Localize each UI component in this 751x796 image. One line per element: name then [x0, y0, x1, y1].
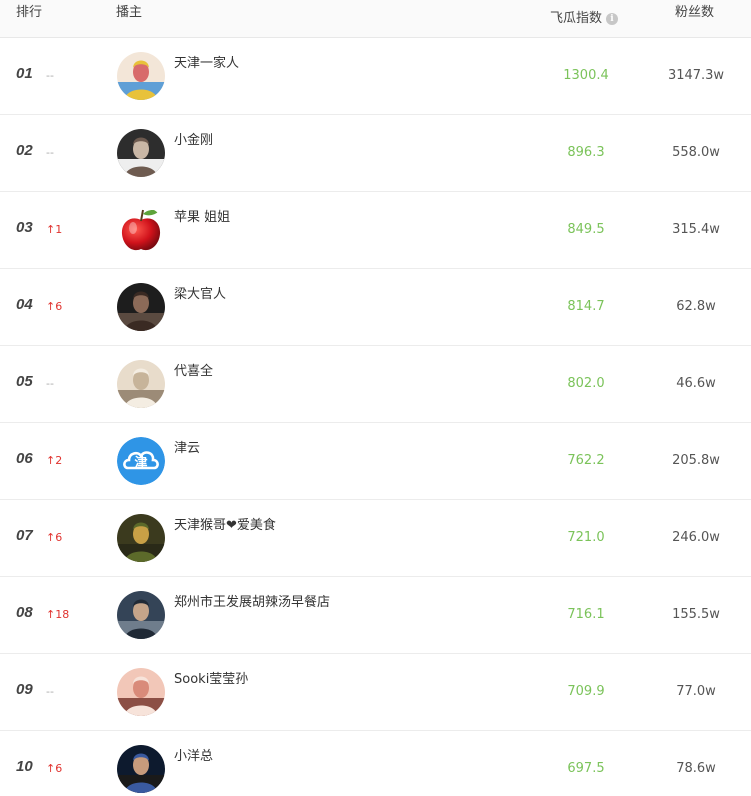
header-index-label: 飞瓜指数 — [550, 10, 603, 26]
rank-number: 10 — [16, 758, 33, 775]
host-name[interactable]: 小洋总 — [174, 745, 213, 764]
fans-count: 315.4w — [672, 222, 720, 237]
cloud-logo-avatar[interactable]: 津 — [117, 437, 165, 485]
rank-number: 06 — [16, 450, 33, 467]
fans-count: 62.8w — [676, 299, 716, 314]
table-row[interactable]: 10 ↑6 小洋总 697.5 78.6w — [0, 731, 751, 796]
host-name[interactable]: Sooki莹莹孙 — [174, 668, 248, 687]
info-icon[interactable]: i — [606, 12, 619, 25]
avatar[interactable] — [117, 514, 165, 562]
rank-trend: -- — [46, 685, 54, 698]
table-row[interactable]: 01 -- 天津一家人 1300.4 3147.3w — [0, 38, 751, 115]
table-header: 排行 播主 飞瓜指数 i 粉丝数 — [0, 0, 751, 38]
fans-count: 246.0w — [672, 530, 720, 545]
table-row[interactable]: 02 -- 小金刚 896.3 558.0w — [0, 115, 751, 192]
feigua-index-value: 802.0 — [567, 376, 605, 391]
feigua-index-value: 716.1 — [567, 607, 605, 622]
feigua-index-value: 721.0 — [567, 530, 605, 545]
fans-count: 3147.3w — [667, 68, 725, 83]
table-row[interactable]: 05 -- 代喜全 802.0 46.6w — [0, 346, 751, 423]
rank-number: 07 — [16, 527, 33, 544]
host-name[interactable]: 代喜全 — [174, 360, 213, 379]
header-index[interactable]: 飞瓜指数 i — [550, 0, 619, 37]
rank-number: 05 — [16, 373, 33, 390]
rank-number: 09 — [16, 681, 33, 698]
rank-number: 04 — [16, 296, 33, 313]
table-row[interactable]: 03 ↑1 苹果 姐姐 849.5 315.4w — [0, 192, 751, 269]
fans-count: 77.0w — [676, 684, 716, 699]
header-host: 播主 — [116, 5, 143, 20]
fans-count: 205.8w — [672, 453, 720, 468]
table-row[interactable]: 04 ↑6 梁大官人 814.7 62.8w — [0, 269, 751, 346]
avatar[interactable] — [117, 591, 165, 639]
host-name[interactable]: 郑州市王发展胡辣汤早餐店 — [174, 591, 330, 610]
rank-trend: -- — [46, 146, 54, 159]
host-name[interactable]: 小金刚 — [174, 129, 213, 148]
feigua-index-value: 709.9 — [567, 684, 605, 699]
table-row[interactable]: 07 ↑6 天津猴哥❤爱美食 721.0 246.0w — [0, 500, 751, 577]
header-rank[interactable]: 排行 — [16, 0, 42, 37]
host-name[interactable]: 津云 — [174, 437, 200, 456]
ranking-table: 排行 播主 飞瓜指数 i 粉丝数 01 -- 天津一家人 1300.4 3147… — [0, 0, 751, 796]
rank-trend: ↑1 — [46, 223, 63, 236]
host-name[interactable]: 天津猴哥❤爱美食 — [174, 514, 276, 533]
apple-avatar[interactable] — [117, 206, 165, 254]
host-name[interactable]: 天津一家人 — [174, 52, 239, 71]
header-fans[interactable]: 粉丝数 — [675, 0, 714, 37]
feigua-index-value: 1300.4 — [563, 68, 609, 83]
avatar[interactable] — [117, 360, 165, 408]
feigua-index-value: 697.5 — [567, 761, 605, 776]
fans-count: 558.0w — [672, 145, 720, 160]
avatar[interactable] — [117, 52, 165, 100]
feigua-index-value: 896.3 — [567, 145, 605, 160]
fans-count: 46.6w — [676, 376, 716, 391]
rank-number: 01 — [16, 65, 33, 82]
avatar[interactable] — [117, 283, 165, 331]
avatar[interactable] — [117, 129, 165, 177]
rank-trend: ↑2 — [46, 454, 63, 467]
feigua-index-value: 814.7 — [567, 299, 605, 314]
avatar[interactable] — [117, 745, 165, 793]
rank-number: 02 — [16, 142, 33, 159]
table-body: 01 -- 天津一家人 1300.4 3147.3w 02 -- 小金刚 896… — [0, 38, 751, 796]
table-row[interactable]: 06 ↑2 津 津云 762.2 205.8w — [0, 423, 751, 500]
rank-trend: ↑6 — [46, 531, 63, 544]
feigua-index-value: 762.2 — [567, 453, 605, 468]
rank-trend: ↑18 — [46, 608, 70, 621]
host-name[interactable]: 梁大官人 — [174, 283, 226, 302]
svg-text:津: 津 — [134, 455, 147, 471]
fans-count: 155.5w — [672, 607, 720, 622]
rank-number: 08 — [16, 604, 33, 621]
rank-trend: -- — [46, 377, 54, 390]
avatar[interactable] — [117, 668, 165, 716]
rank-trend: ↑6 — [46, 300, 63, 313]
rank-number: 03 — [16, 219, 33, 236]
rank-trend: -- — [46, 69, 54, 82]
table-row[interactable]: 08 ↑18 郑州市王发展胡辣汤早餐店 716.1 155.5w — [0, 577, 751, 654]
table-row[interactable]: 09 -- Sooki莹莹孙 709.9 77.0w — [0, 654, 751, 731]
rank-trend: ↑6 — [46, 762, 63, 775]
host-name[interactable]: 苹果 姐姐 — [174, 206, 230, 225]
fans-count: 78.6w — [676, 761, 716, 776]
feigua-index-value: 849.5 — [567, 222, 605, 237]
